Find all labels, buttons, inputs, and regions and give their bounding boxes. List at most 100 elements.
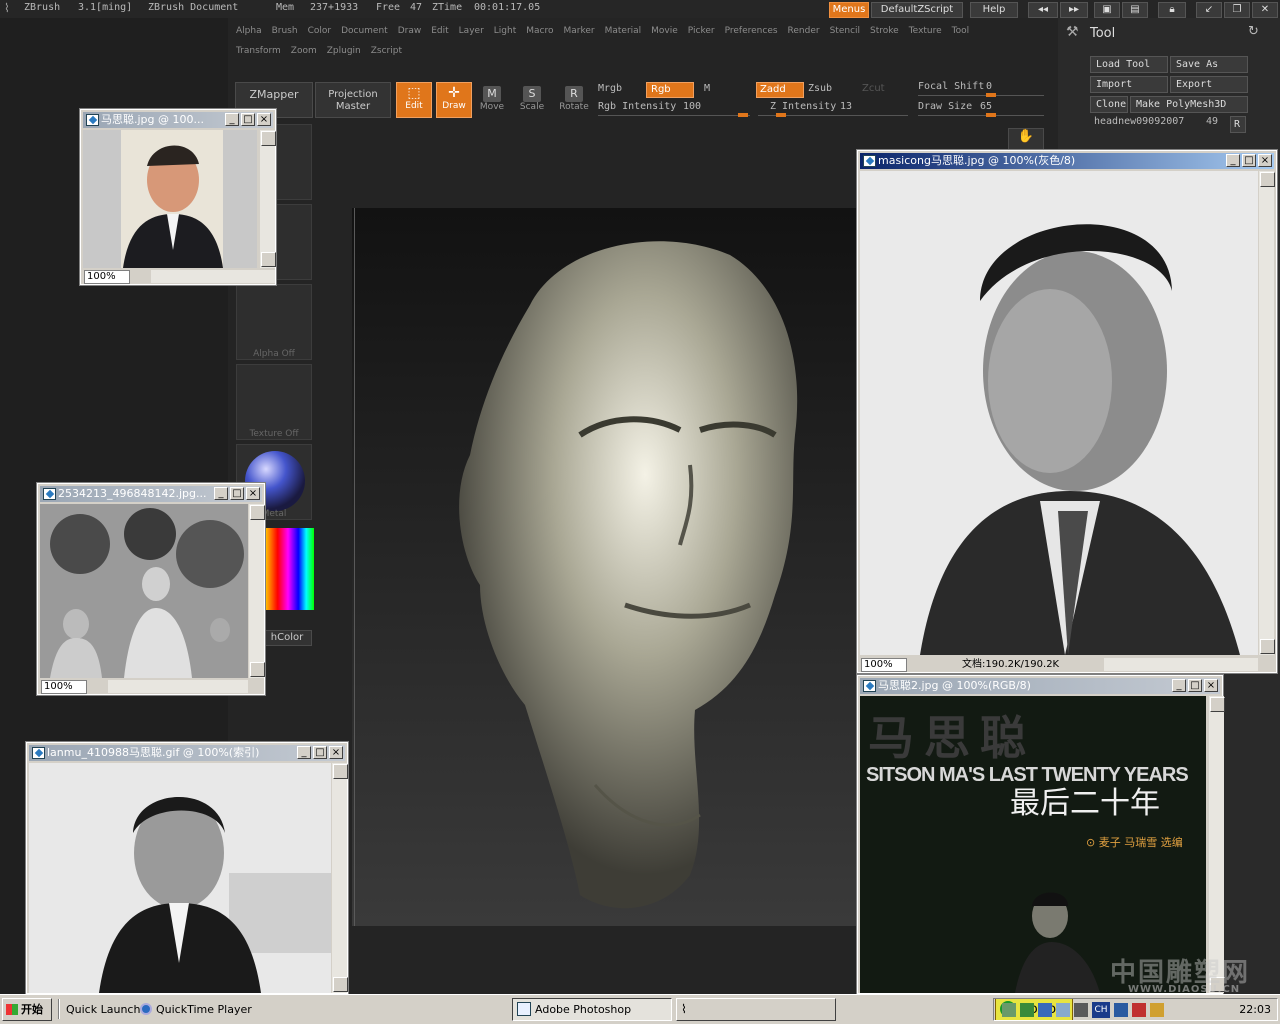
minimize-icon[interactable]: ↙ xyxy=(1196,2,1222,18)
maximize-icon[interactable]: □ xyxy=(1188,679,1202,692)
minimize-icon[interactable]: _ xyxy=(297,746,311,759)
input-method-indicator[interactable]: CH xyxy=(1092,1002,1110,1018)
menu-sub-2[interactable]: Zplugin xyxy=(327,46,361,56)
menu-sub-0[interactable]: Transform xyxy=(236,46,281,56)
menu-main-12[interactable]: Picker xyxy=(688,26,715,36)
maximize-icon[interactable]: □ xyxy=(241,113,255,126)
tray-app4-icon[interactable] xyxy=(1114,1003,1128,1017)
refresh-icon[interactable]: ↻ xyxy=(1248,24,1259,39)
current-tool-name[interactable]: headnew09092007 xyxy=(1094,116,1184,127)
clock[interactable]: 22:03 xyxy=(1239,1003,1271,1016)
rotate-button[interactable]: R Rotate xyxy=(556,84,592,118)
document-size-status[interactable]: 文档:190.2K/190.2K xyxy=(962,657,1059,672)
minimize-icon[interactable]: _ xyxy=(1226,154,1240,167)
lock-icon[interactable]: 🔒︎ xyxy=(1158,2,1186,18)
menu-sub-1[interactable]: Zoom xyxy=(291,46,317,56)
alpha-slot[interactable]: Alpha Off xyxy=(236,284,312,360)
tray-app6-icon[interactable] xyxy=(1150,1003,1164,1017)
menu-main-13[interactable]: Preferences xyxy=(725,26,778,36)
image-canvas[interactable] xyxy=(860,171,1258,655)
window-title[interactable]: 2534213_496848142.jpg... _ □ × xyxy=(40,486,262,502)
default-zscript-button[interactable]: DefaultZScript xyxy=(871,2,963,18)
minimize-icon[interactable]: _ xyxy=(225,113,239,126)
zoom-field[interactable]: 100% xyxy=(41,680,87,694)
tray-app2-icon[interactable] xyxy=(1056,1003,1070,1017)
minimize-icon[interactable]: _ xyxy=(1172,679,1186,692)
ps-window-gray-portrait[interactable]: masicong马思聪.jpg @ 100%(灰色/8) _ □ × 100% 文档… xyxy=(856,149,1278,674)
ps-window-crowd-photo[interactable]: 2534213_496848142.jpg... _ □ × 100% xyxy=(36,482,266,696)
menu-main-7[interactable]: Light xyxy=(494,26,516,36)
move-button[interactable]: M Move xyxy=(474,84,510,118)
menu-main-2[interactable]: Color xyxy=(308,26,332,36)
vertical-scrollbar[interactable] xyxy=(248,504,265,678)
zadd-button[interactable]: Zadd xyxy=(756,82,804,98)
z-intensity-knob[interactable] xyxy=(776,113,786,117)
menu-main-0[interactable]: Alpha xyxy=(236,26,262,36)
close-icon[interactable]: × xyxy=(1204,679,1218,692)
menu-main-6[interactable]: Layer xyxy=(459,26,484,36)
layout2-icon[interactable]: ▤ xyxy=(1122,2,1148,18)
zcut-button[interactable]: Zcut xyxy=(862,83,885,94)
window-title[interactable]: 马思聪.jpg @ 100... _ □ × xyxy=(83,112,273,128)
tray-app-icon[interactable] xyxy=(1020,1003,1034,1017)
draw-size-slider[interactable] xyxy=(918,113,1044,117)
import-button[interactable]: Import xyxy=(1090,76,1168,93)
rgb-intensity-slider[interactable] xyxy=(598,113,750,117)
r-button[interactable]: R xyxy=(1230,116,1246,133)
scroll-left-icon[interactable]: ◂◂ xyxy=(1028,2,1058,18)
horizontal-scrollbar[interactable] xyxy=(1104,658,1258,671)
menu-main-16[interactable]: Stroke xyxy=(870,26,899,36)
texture-slot[interactable]: Texture Off xyxy=(236,364,312,440)
menu-main-18[interactable]: Tool xyxy=(952,26,969,36)
load-tool-button[interactable]: Load Tool xyxy=(1090,56,1168,73)
window-title[interactable]: 马思聪2.jpg @ 100%(RGB/8) _ □ × xyxy=(860,678,1220,694)
rgb-button[interactable]: Rgb xyxy=(646,82,694,98)
image-canvas[interactable] xyxy=(29,763,331,993)
restore-icon[interactable]: ❐ xyxy=(1224,2,1250,18)
quicktime-quicklaunch[interactable]: QuickTime Player xyxy=(140,998,252,1021)
scale-button[interactable]: S Scale xyxy=(514,84,550,118)
start-button[interactable]: 开始 xyxy=(2,998,52,1021)
close-icon[interactable]: ✕ xyxy=(1252,2,1278,18)
menu-main-11[interactable]: Movie xyxy=(651,26,678,36)
zoom-field[interactable]: 100% xyxy=(84,270,130,284)
draw-mode-button[interactable]: ✛ Draw xyxy=(436,82,472,118)
m-button[interactable]: M xyxy=(704,83,710,94)
draw-size-knob[interactable] xyxy=(986,113,996,117)
mrgb-button[interactable]: Mrgb xyxy=(598,83,622,94)
menu-main-5[interactable]: Edit xyxy=(431,26,448,36)
focal-shift-knob[interactable] xyxy=(986,93,996,97)
menu-sub-3[interactable]: Zscript xyxy=(371,46,402,56)
rgb-intensity-knob[interactable] xyxy=(738,113,748,117)
color-picker[interactable] xyxy=(262,528,314,610)
z-intensity-slider[interactable] xyxy=(758,113,908,117)
window-title[interactable]: masicong马思聪.jpg @ 100%(灰色/8) _ □ × xyxy=(860,153,1274,169)
ps-window-portrait-color[interactable]: 马思聪.jpg @ 100... _ □ × 100% xyxy=(79,108,277,286)
quick-launch-label[interactable]: Quick Launch xyxy=(66,998,140,1021)
clone-button[interactable]: Clone xyxy=(1090,96,1128,113)
menu-main-4[interactable]: Draw xyxy=(398,26,422,36)
menu-main-8[interactable]: Macro xyxy=(526,26,553,36)
vertical-scrollbar[interactable] xyxy=(259,130,276,268)
switch-color-button[interactable]: hColor xyxy=(262,630,312,646)
vertical-scrollbar[interactable] xyxy=(1258,171,1275,655)
layout-icon[interactable]: ▣ xyxy=(1094,2,1120,18)
export-button[interactable]: Export xyxy=(1170,76,1248,93)
focal-shift-slider[interactable] xyxy=(918,93,1044,97)
image-canvas[interactable] xyxy=(40,504,248,678)
image-canvas[interactable] xyxy=(83,130,257,268)
scroll-right-icon[interactable]: ▸▸ xyxy=(1060,2,1088,18)
close-icon[interactable]: × xyxy=(329,746,343,759)
save-as-button[interactable]: Save As xyxy=(1170,56,1248,73)
ps-window-smiling-photo[interactable]: lanmu_410988马思聪.gif @ 100%(索引) _ □ × xyxy=(25,741,349,995)
window-title[interactable]: lanmu_410988马思聪.gif @ 100%(索引) _ □ × xyxy=(29,745,345,761)
maximize-icon[interactable]: □ xyxy=(1242,154,1256,167)
projection-master-button[interactable]: Projection Master xyxy=(315,82,391,118)
network-icon[interactable] xyxy=(1002,1003,1016,1017)
image-canvas[interactable]: 马思聪 SITSON MA'S LAST TWENTY YEARS 最后二十年 … xyxy=(860,696,1206,993)
help-button[interactable]: Help xyxy=(970,2,1018,18)
close-icon[interactable]: × xyxy=(1258,154,1272,167)
maximize-icon[interactable]: □ xyxy=(313,746,327,759)
minimize-icon[interactable]: _ xyxy=(214,487,228,500)
menus-button[interactable]: Menus xyxy=(829,2,869,18)
